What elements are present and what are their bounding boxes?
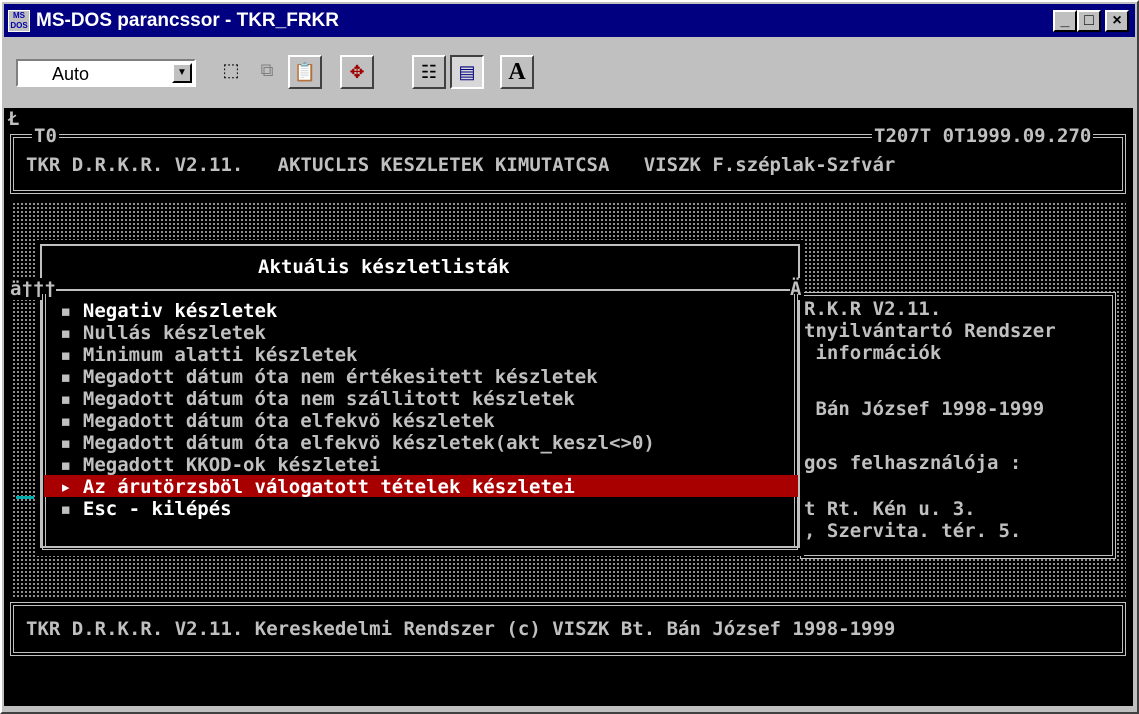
- bullet-icon: ▪: [60, 454, 72, 476]
- text-cursor: [16, 496, 34, 499]
- info-line-1: R.K.R V2.11.: [804, 298, 942, 320]
- bullet-icon: ▪: [60, 498, 72, 520]
- paste-icon[interactable]: 📋: [288, 55, 322, 89]
- info-line-3: információk: [804, 342, 942, 364]
- font-icon[interactable]: A: [500, 55, 534, 89]
- bullet-icon: ▪: [60, 432, 72, 454]
- menu-item-label: Az árutörzsböl válogatott tételek készle…: [82, 476, 575, 498]
- menu-item-label: Megadott KKOD-ok készletei: [82, 454, 381, 476]
- menu-item-label: Nullás készletek: [82, 322, 266, 344]
- background-icon[interactable]: ▤: [450, 55, 484, 89]
- window-title: MS-DOS parancssor - TKR_FRKR: [36, 10, 339, 31]
- corner-glyph: Ł: [8, 108, 20, 130]
- header-left-tag: T0: [32, 125, 59, 147]
- menu-item-elfekvo-akt[interactable]: ▪ Megadott dátum óta elfekvö készletek(a…: [60, 432, 655, 454]
- bullet-icon: ▪: [60, 300, 72, 322]
- menu-item-nullas[interactable]: ▪ Nullás készletek: [60, 322, 266, 344]
- pointer-icon: ▸: [60, 476, 72, 498]
- menu-item-kkod[interactable]: ▪ Megadott KKOD-ok készletei: [60, 454, 380, 476]
- title-bar[interactable]: MS DOS MS-DOS parancssor - TKR_FRKR _ □ …: [4, 4, 1135, 37]
- maximize-button[interactable]: □: [1077, 10, 1101, 32]
- font-size-value: Auto: [52, 64, 90, 84]
- menu-item-label: Megadott dátum óta elfekvö készletek: [82, 410, 495, 432]
- menu-item-nem-ertekesitett[interactable]: ▪ Megadott dátum óta nem értékesitett ké…: [60, 366, 598, 388]
- bullet-icon: ▪: [60, 388, 72, 410]
- info-line-10: , Szervita. tér. 5.: [804, 520, 1022, 542]
- menu-item-esc[interactable]: ▪ Esc - kilépés: [60, 498, 232, 520]
- menu-item-label: Negativ készletek: [82, 300, 278, 322]
- menu-title: Aktuális készletlisták: [258, 256, 510, 278]
- fullscreen-icon[interactable]: ✥: [340, 55, 374, 89]
- header-right-tag: T207T 0T1999.09.270: [872, 125, 1094, 147]
- copy-icon[interactable]: ⧉: [250, 55, 284, 89]
- properties-icon[interactable]: ☷: [412, 55, 446, 89]
- footer-text: TKR D.R.K.R. V2.11. Kereskedelmi Rendsze…: [26, 618, 896, 640]
- minimize-button[interactable]: _: [1053, 10, 1077, 32]
- menu-item-label: Minimum alatti készletek: [82, 344, 358, 366]
- dos-window: MS DOS MS-DOS parancssor - TKR_FRKR _ □ …: [0, 0, 1139, 714]
- menu-item-negativ[interactable]: ▪ Negativ készletek: [60, 300, 277, 322]
- menu-item-minimum[interactable]: ▪ Minimum alatti készletek: [60, 344, 357, 366]
- msdos-icon[interactable]: MS DOS: [8, 10, 30, 32]
- mark-icon[interactable]: ⬚: [214, 55, 248, 89]
- menu-item-nem-szallitott[interactable]: ▪ Megadott dátum óta nem szállitott kész…: [60, 388, 575, 410]
- bullet-icon: ▪: [60, 344, 72, 366]
- menu-separator: [40, 289, 800, 291]
- menu-item-label: Esc - kilépés: [82, 498, 232, 520]
- toolbar: Auto ▼ ⬚ ⧉ 📋 ✥ ☷ ▤ A: [4, 39, 1135, 104]
- menu-item-label: Megadott dátum óta nem szállitott készle…: [82, 388, 575, 410]
- close-button[interactable]: ×: [1105, 10, 1129, 32]
- menu-item-label: Megadott dátum óta nem értékesitett kész…: [82, 366, 598, 388]
- menu-item-elfekvo[interactable]: ▪ Megadott dátum óta elfekvö készletek: [60, 410, 495, 432]
- chevron-down-icon[interactable]: ▼: [172, 63, 192, 83]
- info-line-9: t Rt. Kén u. 3.: [804, 498, 976, 520]
- info-line-5: Bán József 1998-1999: [804, 398, 1045, 420]
- menu-item-label: Megadott dátum óta elfekvö készletek(akt…: [82, 432, 655, 454]
- font-size-select[interactable]: Auto ▼: [16, 59, 196, 87]
- menu-item-arutorzs[interactable]: ▸ Az árutörzsböl válogatott tételek kész…: [60, 476, 575, 498]
- terminal-screen[interactable]: Ł T0 T207T 0T1999.09.270 TKR D.R.K.R. V2…: [4, 108, 1133, 706]
- info-line-2: tnyilvántartó Rendszer: [804, 320, 1056, 342]
- bullet-icon: ▪: [60, 366, 72, 388]
- header-text: TKR D.R.K.R. V2.11. AKTUCLIS KESZLETEK K…: [26, 154, 896, 176]
- info-line-7: gos felhasználója :: [804, 452, 1022, 474]
- bullet-icon: ▪: [60, 410, 72, 432]
- bullet-icon: ▪: [60, 322, 72, 344]
